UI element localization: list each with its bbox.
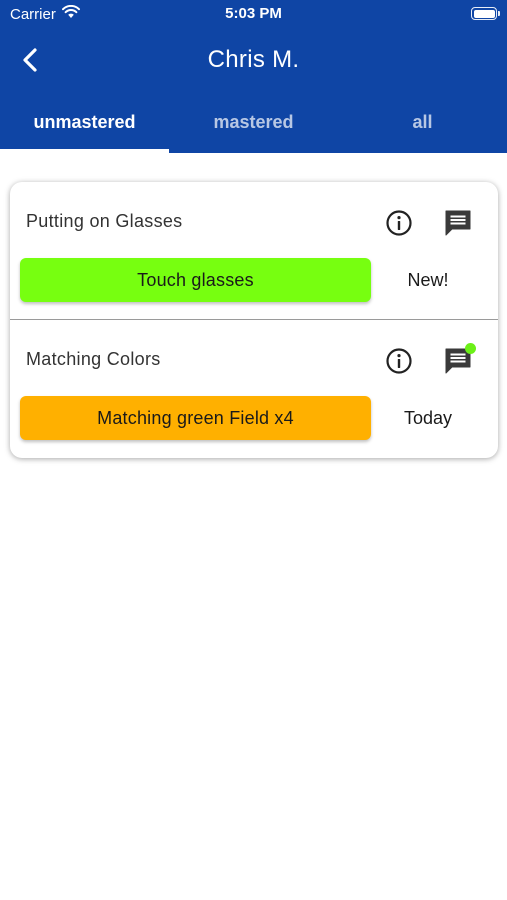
skill-action-button[interactable]: Touch glasses: [20, 258, 371, 302]
page-title: Chris M.: [207, 46, 300, 73]
info-button[interactable]: [384, 208, 414, 238]
comment-button[interactable]: [442, 343, 476, 377]
info-button[interactable]: [384, 346, 414, 376]
comment-icon: [445, 210, 471, 236]
clock: 5:03 PM: [225, 5, 282, 22]
tab-mastered[interactable]: mastered: [169, 98, 338, 153]
skill-status: Today: [403, 408, 453, 428]
new-comment-badge: [465, 343, 476, 354]
skill-status: New!: [407, 270, 449, 290]
list-item: Matching Colors Matching green Field x4 …: [10, 319, 498, 456]
skill-title: Matching Colors: [26, 349, 161, 369]
skill-action-button[interactable]: Matching green Field x4: [20, 396, 371, 440]
app-header: Carrier 5:03 PM Chris M. unmastered mast…: [0, 0, 507, 153]
battery-icon: [471, 7, 500, 20]
nav-bar: Chris M.: [0, 36, 507, 84]
list-item: Putting on Glasses Touch glasses New!: [10, 182, 498, 319]
info-icon: [386, 348, 412, 374]
tab-unmastered[interactable]: unmastered: [0, 98, 169, 153]
skills-card: Putting on Glasses Touch glasses New! Ma…: [10, 182, 498, 458]
status-bar: Carrier 5:03 PM: [0, 0, 507, 28]
tab-all[interactable]: all: [338, 98, 507, 153]
info-icon: [386, 210, 412, 236]
comment-button[interactable]: [442, 207, 474, 239]
tab-bar: unmastered mastered all: [0, 98, 507, 153]
skill-title: Putting on Glasses: [26, 211, 183, 231]
